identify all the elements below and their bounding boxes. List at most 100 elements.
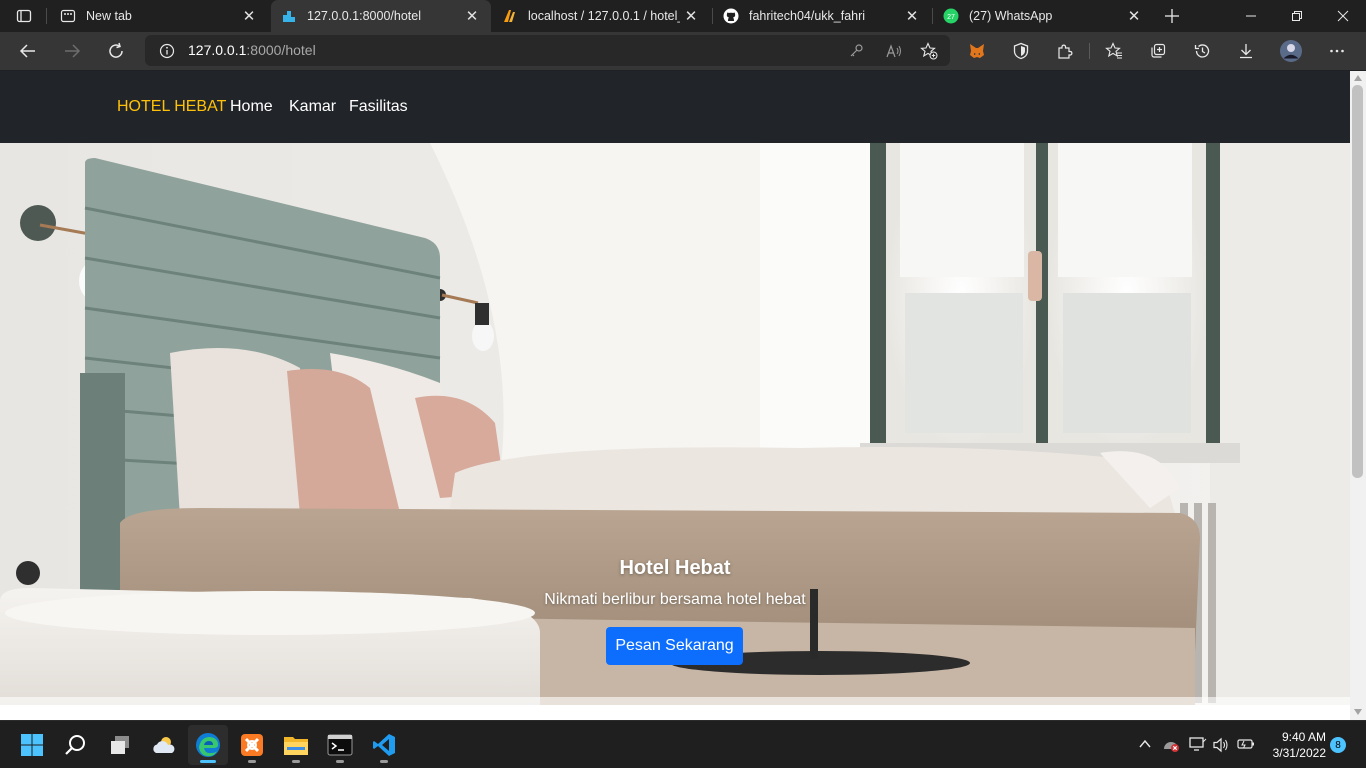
- edge-taskbar-button[interactable]: [188, 725, 228, 765]
- tab-label: 127.0.0.1:8000/hotel: [307, 9, 421, 23]
- close-tab-icon[interactable]: ✕: [1123, 5, 1145, 27]
- collections-button[interactable]: [1143, 36, 1173, 66]
- task-view-button[interactable]: [100, 725, 140, 765]
- windows-taskbar: 9:40 AM 3/31/2022 8: [0, 720, 1366, 768]
- back-button[interactable]: [13, 36, 43, 66]
- tab-whatsapp[interactable]: 27 (27) WhatsApp ✕: [933, 0, 1153, 32]
- tab-label: localhost / 127.0.0.1 / hotel_h: [528, 9, 680, 23]
- settings-more-button[interactable]: [1322, 36, 1352, 66]
- refresh-icon: [109, 42, 123, 58]
- close-tab-icon[interactable]: ✕: [238, 5, 260, 27]
- terminal-icon: [327, 734, 353, 756]
- url-text: 127.0.0.1:8000/hotel: [188, 42, 316, 58]
- tab-hotel[interactable]: 127.0.0.1:8000/hotel ✕: [271, 0, 491, 32]
- minimize-button[interactable]: [1228, 0, 1274, 32]
- page-viewport: HOTEL HEBAT Home Kamar Fasilitas Hotel H…: [0, 71, 1350, 720]
- tab-new-tab[interactable]: New tab ✕: [50, 0, 268, 32]
- hero-bedroom-image: [0, 143, 1350, 705]
- metamask-extension-button[interactable]: [962, 36, 992, 66]
- browser-toolbar: 127.0.0.1:8000/hotel: [0, 32, 1366, 70]
- puzzle-icon: [1058, 44, 1073, 59]
- tab-label: (27) WhatsApp: [969, 9, 1053, 23]
- extensions-button[interactable]: [1050, 36, 1080, 66]
- tab-label: New tab: [86, 9, 132, 23]
- xampp-icon: [241, 734, 263, 756]
- history-button[interactable]: [1187, 36, 1217, 66]
- active-indicator: [200, 760, 216, 763]
- more-dots-icon: [1330, 49, 1344, 53]
- clock-time: 9:40 AM: [1281, 730, 1326, 744]
- display-icon[interactable]: [1189, 736, 1207, 752]
- xampp-taskbar-button[interactable]: [232, 725, 272, 765]
- task-view-icon: [111, 736, 129, 754]
- scroll-up-arrow-icon[interactable]: [1354, 75, 1362, 81]
- avatar: [1280, 40, 1302, 62]
- carousel-caption: Hotel Hebat Nikmati berlibur bersama hot…: [475, 557, 875, 665]
- scrollbar-thumb[interactable]: [1352, 85, 1363, 478]
- refresh-button[interactable]: [101, 36, 131, 66]
- tab-github[interactable]: fahritech04/ukk_fahri ✕: [713, 0, 931, 32]
- running-indicator: [292, 760, 300, 763]
- tab-phpmyadmin[interactable]: localhost / 127.0.0.1 / hotel_h ✕: [492, 0, 710, 32]
- scroll-down-arrow-icon[interactable]: [1354, 709, 1362, 715]
- browser-tab-strip: New tab ✕ 127.0.0.1:8000/hotel ✕ localho…: [0, 0, 1366, 32]
- running-indicator: [248, 760, 256, 763]
- search-button[interactable]: [56, 725, 96, 765]
- clock-date: 3/31/2022: [1272, 746, 1326, 760]
- tab-actions-button[interactable]: [9, 1, 39, 31]
- widgets-button[interactable]: [144, 725, 184, 765]
- page-icon: [281, 8, 297, 24]
- battery-icon[interactable]: [1237, 738, 1255, 750]
- new-tab-button[interactable]: [1157, 1, 1187, 31]
- file-explorer-icon: [284, 737, 308, 755]
- site-info-icon[interactable]: [159, 43, 175, 59]
- close-window-button[interactable]: [1320, 0, 1366, 32]
- start-button[interactable]: [12, 725, 52, 765]
- read-aloud-icon[interactable]: [885, 43, 903, 59]
- shield-extension-button[interactable]: [1006, 36, 1036, 66]
- close-tab-icon[interactable]: ✕: [680, 5, 702, 27]
- download-icon: [1240, 44, 1252, 59]
- restore-button[interactable]: [1274, 0, 1320, 32]
- back-arrow-icon: [19, 44, 35, 58]
- nav-link-kamar[interactable]: Kamar: [289, 98, 336, 116]
- vscode-taskbar-button[interactable]: [364, 725, 404, 765]
- volume-icon[interactable]: [1213, 737, 1229, 753]
- network-error-icon[interactable]: [1162, 737, 1180, 753]
- page-scrollbar[interactable]: [1350, 71, 1366, 720]
- profile-button[interactable]: [1276, 36, 1306, 66]
- navbar: HOTEL HEBAT Home Kamar Fasilitas: [0, 71, 1350, 143]
- running-indicator: [380, 760, 388, 763]
- favorites-button[interactable]: [1099, 36, 1129, 66]
- hero-subtitle: Nikmati berlibur bersama hotel hebat: [544, 591, 806, 608]
- tab-label: fahritech04/ukk_fahri: [749, 9, 866, 23]
- forward-arrow-icon: [65, 44, 81, 58]
- notification-badge[interactable]: 8: [1330, 737, 1346, 753]
- svg-text:27: 27: [947, 14, 955, 21]
- weather-icon: [153, 737, 175, 753]
- hero-carousel: Hotel Hebat Nikmati berlibur bersama hot…: [0, 143, 1350, 705]
- terminal-taskbar-button[interactable]: [320, 725, 360, 765]
- plus-icon: [1165, 9, 1179, 23]
- nav-link-fasilitas[interactable]: Fasilitas: [349, 98, 408, 116]
- minimize-icon: [1246, 15, 1256, 17]
- nav-link-home[interactable]: Home: [230, 98, 273, 116]
- running-indicator: [336, 760, 344, 763]
- system-clock[interactable]: 9:40 AM 3/31/2022: [1266, 729, 1326, 761]
- downloads-button[interactable]: [1231, 36, 1261, 66]
- whatsapp-icon: 27: [943, 8, 959, 24]
- forward-button[interactable]: [57, 36, 87, 66]
- address-bar[interactable]: 127.0.0.1:8000/hotel: [145, 35, 950, 66]
- add-favorite-icon[interactable]: [920, 42, 938, 60]
- hero-title: Hotel Hebat: [619, 557, 731, 579]
- navbar-brand[interactable]: HOTEL HEBAT: [117, 98, 226, 116]
- close-tab-icon[interactable]: ✕: [901, 5, 923, 27]
- file-explorer-taskbar-button[interactable]: [276, 725, 316, 765]
- key-icon[interactable]: [848, 43, 864, 59]
- vscode-icon: [373, 734, 395, 756]
- history-icon: [1194, 44, 1210, 58]
- pesan-sekarang-button[interactable]: Pesan Sekarang: [606, 627, 743, 665]
- close-tab-icon[interactable]: ✕: [461, 5, 483, 27]
- chevron-up-icon[interactable]: [1139, 739, 1151, 749]
- tab-actions-icon: [16, 9, 32, 23]
